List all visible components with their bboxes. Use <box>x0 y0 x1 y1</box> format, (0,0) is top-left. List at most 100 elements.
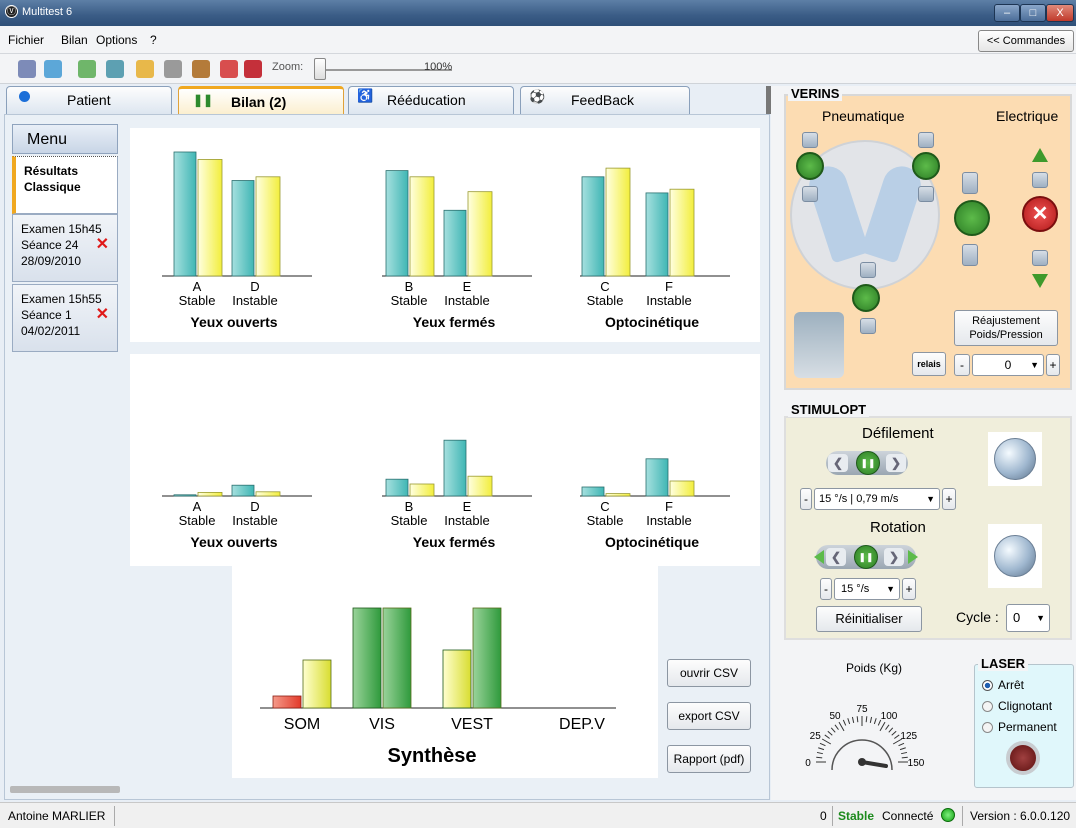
tab-feedback[interactable]: ⚽ FeedBack <box>520 86 690 114</box>
bar-yellow <box>669 188 695 277</box>
jack-left-up-icon[interactable] <box>802 132 818 148</box>
gauge-label: 50 <box>829 711 841 722</box>
jack-right-down-icon[interactable] <box>918 186 934 202</box>
sidebar-item-exam-2[interactable]: Examen 15h55 Séance 1 04/02/2011 ✕ <box>12 284 118 352</box>
jack-center-button[interactable] <box>852 284 880 312</box>
gauge-label: 125 <box>900 731 917 742</box>
electric-up-icon[interactable] <box>1032 172 1048 188</box>
laser-option-arret[interactable]: Arrêt <box>982 678 1068 694</box>
tool-connect-icon[interactable] <box>18 60 36 78</box>
tool-report-icon[interactable] <box>192 60 210 78</box>
ball-icon: ⚽ <box>529 89 546 104</box>
electric-down-icon[interactable] <box>1032 250 1048 266</box>
tool-delete-icon[interactable] <box>220 60 238 78</box>
tick-label: Instable <box>232 513 278 528</box>
bar-yellow <box>669 480 695 497</box>
tool-edit-icon[interactable] <box>44 60 62 78</box>
speed-plus-button[interactable]: + <box>942 488 956 510</box>
bar-series-2 <box>472 607 502 709</box>
menu-fichier[interactable]: Fichier <box>8 33 44 47</box>
rotation-select[interactable]: 15 °/s ▼ <box>834 578 900 600</box>
jack-right-button[interactable] <box>912 152 940 180</box>
laser-option-clignotant[interactable]: Clignotant <box>982 699 1068 715</box>
scroll-pause-icon[interactable]: ❚❚ <box>856 451 880 475</box>
bar-series-2 <box>382 607 412 709</box>
jack-center-up-icon[interactable] <box>860 262 876 278</box>
rotation-value: 15 °/s <box>841 583 870 595</box>
tool-folder-icon[interactable] <box>136 60 154 78</box>
arrow-down-icon[interactable] <box>1032 274 1048 288</box>
readjust-button[interactable]: Réajustement Poids/Pression <box>954 310 1058 346</box>
bar-series-1 <box>442 649 472 709</box>
rotation-plus-button[interactable]: + <box>902 578 916 600</box>
menu-options[interactable]: Options <box>96 33 137 47</box>
gauge-tick <box>830 727 836 733</box>
tool-delete-all-icon[interactable] <box>244 60 262 78</box>
rotate-ccw-icon[interactable]: ❮ <box>826 548 846 566</box>
rotate-pause-icon[interactable]: ❚❚ <box>854 545 878 569</box>
delete-exam-icon[interactable]: ✕ <box>96 307 109 323</box>
laser-option-label: Permanent <box>998 720 1057 734</box>
relais-button[interactable]: relais <box>912 352 946 376</box>
open-csv-button[interactable]: ouvrir CSV <box>667 659 751 687</box>
sidebar-scrollbar[interactable] <box>10 786 120 793</box>
commandes-button[interactable]: << Commandes <box>978 30 1074 52</box>
electric-fast-up-icon[interactable] <box>962 172 978 194</box>
verins-value-select[interactable]: 0 ▼ <box>972 354 1044 376</box>
panel-gutter <box>771 86 782 800</box>
minimize-button[interactable]: – <box>994 4 1020 22</box>
sidebar-item-exam-1[interactable]: Examen 15h45 Séance 24 28/09/2010 ✕ <box>12 214 118 282</box>
jack-left-down-icon[interactable] <box>802 186 818 202</box>
verins-minus-button[interactable]: - <box>954 354 970 376</box>
rotate-cw-icon[interactable]: ❯ <box>884 548 904 566</box>
close-button[interactable]: X <box>1046 4 1074 22</box>
category-label: VIS <box>369 716 395 733</box>
stop-icon[interactable]: ✕ <box>1022 196 1058 232</box>
speed-minus-button[interactable]: - <box>800 488 812 510</box>
rotate-left-icon[interactable] <box>814 550 824 564</box>
jack-center-down-icon[interactable] <box>860 318 876 334</box>
gauge-label: 150 <box>908 758 925 769</box>
gauge-tick <box>901 751 908 755</box>
window-title: Multitest 6 <box>22 6 73 18</box>
laser-option-permanent[interactable]: Permanent <box>982 720 1068 736</box>
tick-letter: D <box>250 279 259 294</box>
delete-exam-icon[interactable]: ✕ <box>96 237 109 253</box>
chart-synthese-panel: SOM VIS VEST DEP.V Synthèse <box>232 566 658 778</box>
report-pdf-button[interactable]: Rapport (pdf) <box>667 745 751 773</box>
tick-label: Stable <box>179 513 216 528</box>
tick-letter: E <box>463 279 472 294</box>
reinitialiser-button[interactable]: Réinitialiser <box>816 606 922 632</box>
arrow-up-icon[interactable] <box>1032 148 1048 162</box>
export-csv-button[interactable]: export CSV <box>667 702 751 730</box>
footprints-icon: ❚❚ <box>193 93 214 107</box>
zoom-slider[interactable] <box>314 58 326 80</box>
electric-jack-button[interactable] <box>954 200 990 236</box>
scroll-right-icon[interactable]: ❯ <box>886 454 906 472</box>
menu-help[interactable]: ? <box>150 33 157 47</box>
gauge-tick <box>851 716 855 723</box>
tool-import-icon[interactable] <box>78 60 96 78</box>
tool-trash-icon[interactable] <box>164 60 182 78</box>
menu-bilan[interactable]: Bilan <box>61 33 88 47</box>
speed-select[interactable]: 15 °/s | 0,79 m/s ▼ <box>814 488 940 510</box>
rotation-minus-button[interactable]: - <box>820 578 832 600</box>
verins-plus-button[interactable]: + <box>1046 354 1060 376</box>
rotation-label: Rotation <box>870 519 926 536</box>
tab-patient[interactable]: Patient <box>6 86 172 114</box>
cycle-select[interactable]: 0 ▼ <box>1006 604 1050 632</box>
tab-bilan[interactable]: ❚❚ Bilan (2) <box>178 86 344 114</box>
rotate-right-icon[interactable] <box>908 550 918 564</box>
maximize-button[interactable]: □ <box>1020 4 1046 22</box>
jack-right-up-icon[interactable] <box>918 132 934 148</box>
sidebar-item-results[interactable]: Résultats Classique <box>12 156 118 214</box>
defilement-label: Défilement <box>862 425 934 442</box>
tick-letter: C <box>600 499 609 514</box>
scroll-left-icon[interactable]: ❮ <box>828 454 848 472</box>
jack-left-button[interactable] <box>796 152 824 180</box>
exam-date: 04/02/2011 <box>21 324 81 338</box>
electric-fast-down-icon[interactable] <box>962 244 978 266</box>
tool-export-icon[interactable] <box>106 60 124 78</box>
bar-teal <box>645 458 669 497</box>
tab-reeducation[interactable]: ♿ Rééducation <box>348 86 514 114</box>
